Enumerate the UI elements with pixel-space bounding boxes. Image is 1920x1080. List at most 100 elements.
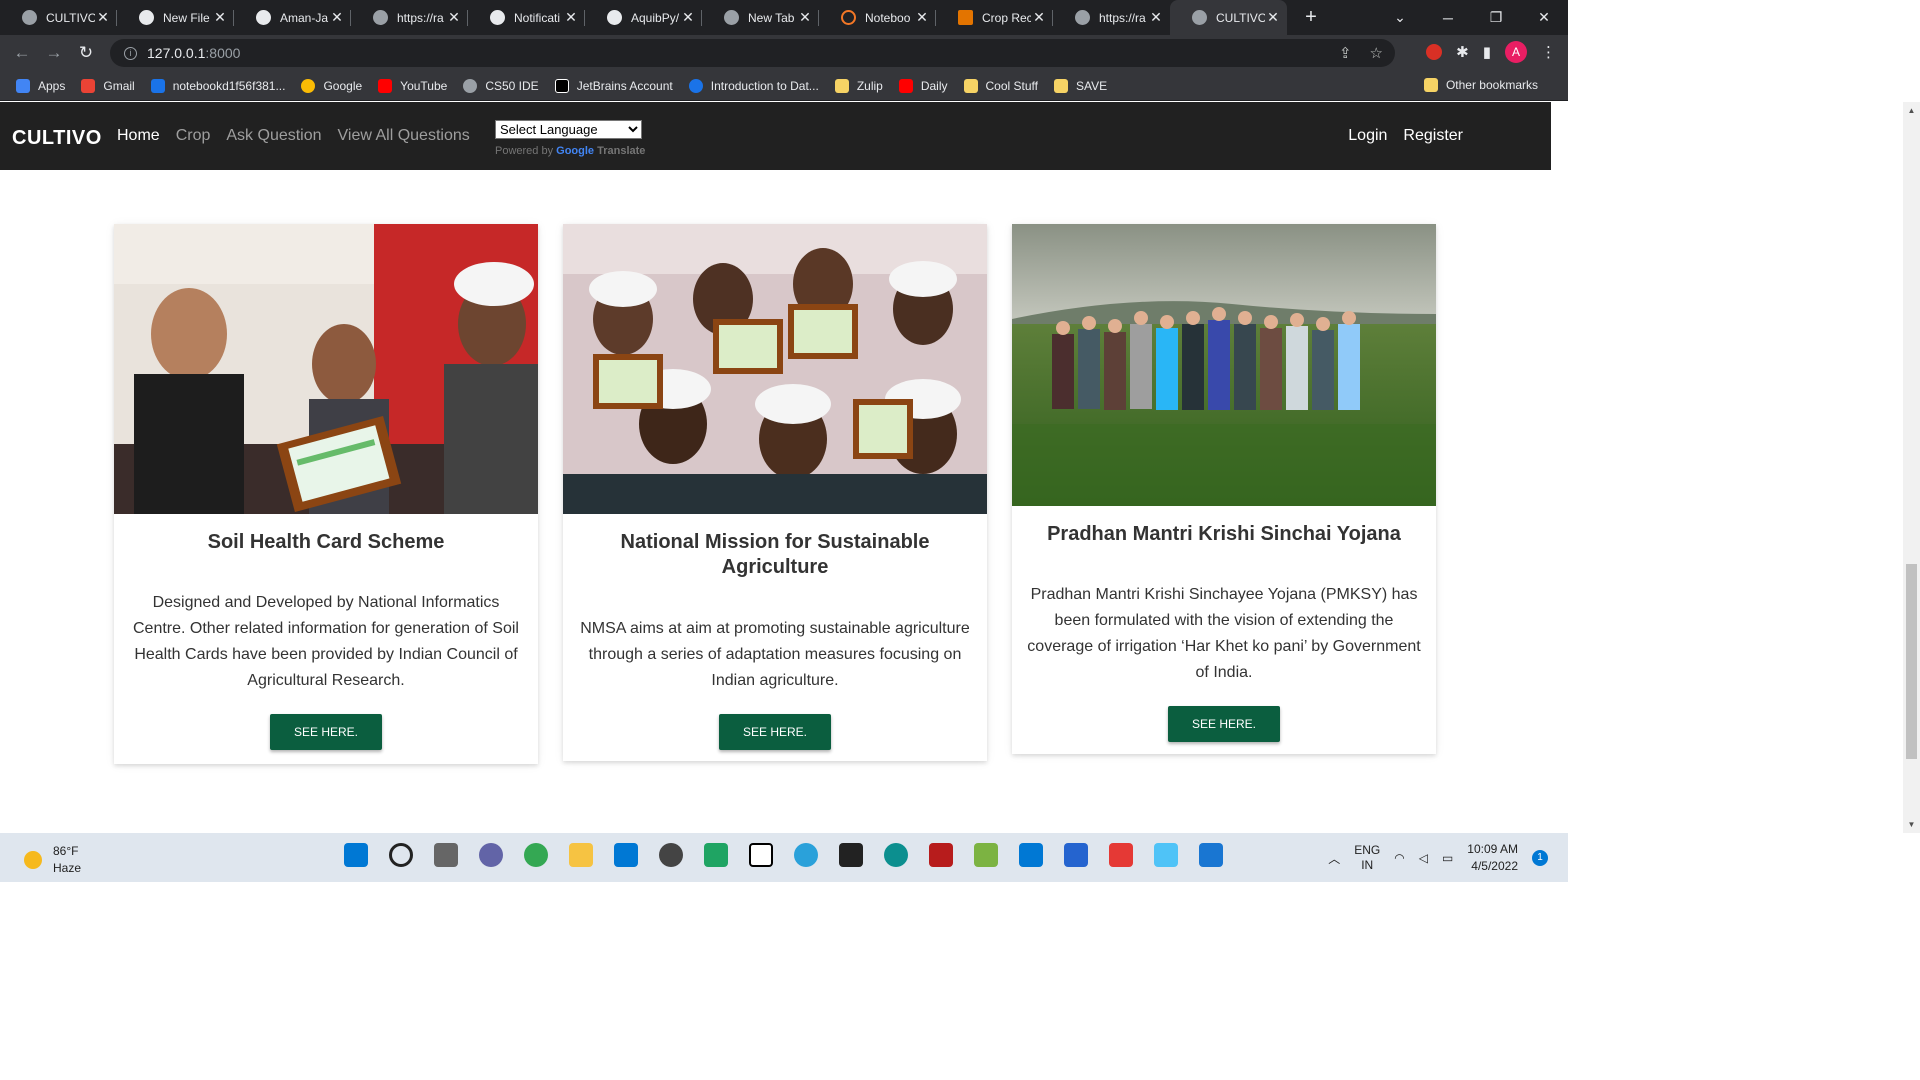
bookmark-cool-stuff[interactable]: Cool Stuff — [963, 78, 1038, 93]
windows-start-icon[interactable] — [344, 843, 368, 867]
chrome-icon[interactable] — [524, 843, 548, 867]
chevron-up-icon[interactable]: ︿ — [1328, 850, 1340, 867]
bookmark-google[interactable]: Google — [301, 78, 362, 93]
clock[interactable]: 10:09 AM 4/5/2022 — [1467, 841, 1518, 875]
bookmark-daily[interactable]: Daily — [898, 78, 948, 93]
file-explorer-icon[interactable] — [569, 843, 593, 867]
close-icon[interactable]: ✕ — [914, 9, 930, 26]
bookmark-youtube[interactable]: YouTube — [378, 78, 447, 93]
close-icon[interactable]: ✕ — [1265, 9, 1281, 26]
bookmark-save[interactable]: SAVE — [1053, 78, 1107, 93]
close-icon[interactable]: ✕ — [1148, 9, 1164, 26]
bookmark-gmail[interactable]: Gmail — [81, 78, 135, 93]
wps-office-icon[interactable] — [1109, 843, 1133, 867]
close-icon[interactable]: ✕ — [212, 9, 228, 26]
profile-avatar[interactable]: A — [1505, 41, 1527, 63]
close-icon[interactable]: ✕ — [95, 9, 111, 26]
bookmark-intro-data[interactable]: Introduction to Dat... — [688, 78, 819, 93]
browser-tab[interactable]: Notificati ✕ — [468, 0, 585, 35]
bookmark-cs50[interactable]: CS50 IDE — [463, 78, 539, 93]
page-scrollbar[interactable]: ▲ ▼ — [1903, 102, 1920, 833]
app-icon[interactable] — [839, 843, 863, 867]
scroll-down-icon[interactable]: ▼ — [1903, 820, 1920, 829]
close-icon[interactable]: ✕ — [680, 9, 696, 26]
search-icon[interactable] — [389, 843, 413, 867]
browser-tab[interactable]: https://ra ✕ — [1053, 0, 1170, 35]
back-button[interactable]: ← — [6, 43, 38, 63]
address-bar[interactable]: i 127.0.0.1:8000 ⇪ ☆ — [110, 39, 1395, 67]
see-here-button[interactable]: SEE HERE. — [1167, 706, 1281, 742]
gmail-icon — [81, 78, 96, 93]
close-icon[interactable]: ✕ — [446, 9, 462, 26]
bookmark-apps[interactable]: Apps — [16, 78, 65, 93]
other-bookmarks[interactable]: Other bookmarks — [1423, 78, 1538, 92]
minimize-button[interactable]: ─ — [1424, 10, 1472, 26]
bookmark-notebook[interactable]: notebookd1f56f381... — [150, 78, 285, 93]
nav-view-all-questions[interactable]: View All Questions — [338, 127, 470, 145]
nav-ask-question[interactable]: Ask Question — [226, 127, 321, 145]
edge-icon[interactable] — [884, 843, 908, 867]
notepad-icon[interactable] — [1154, 843, 1178, 867]
volume-icon[interactable]: ◁ — [1419, 851, 1428, 865]
battery-icon[interactable]: ▭ — [1442, 851, 1453, 865]
weather-widget[interactable]: 86°F Haze — [24, 843, 81, 877]
side-panel-icon[interactable]: ▮ — [1483, 43, 1491, 61]
app-icon[interactable] — [929, 843, 953, 867]
vscode-icon[interactable] — [1019, 843, 1043, 867]
close-window-button[interactable]: ✕ — [1520, 9, 1568, 26]
tab-search-icon[interactable]: ⌄ — [1376, 9, 1424, 26]
browser-tab[interactable]: AquibPy/✕ — [585, 0, 702, 35]
photos-icon[interactable] — [1199, 843, 1223, 867]
nav-crop[interactable]: Crop — [176, 127, 211, 145]
github-desktop-icon[interactable] — [659, 843, 683, 867]
menu-icon[interactable]: ⋮ — [1541, 43, 1556, 61]
browser-tab[interactable]: CULTIVO ✕ — [0, 0, 117, 35]
task-view-icon[interactable] — [434, 843, 458, 867]
restore-button[interactable]: ❐ — [1472, 9, 1520, 26]
close-icon[interactable]: ✕ — [563, 9, 579, 26]
bookmark-zulip[interactable]: Zulip — [834, 78, 883, 93]
brand-logo[interactable]: CULTIVO — [12, 127, 102, 150]
wifi-icon[interactable]: ◠ — [1394, 851, 1404, 865]
bookmark-star-icon[interactable]: ☆ — [1370, 44, 1383, 62]
scrollbar-thumb[interactable] — [1906, 564, 1917, 759]
see-here-button[interactable]: SEE HERE. — [269, 714, 383, 750]
translate-link[interactable]: Translate — [597, 145, 645, 157]
input-language[interactable]: ENG IN — [1354, 843, 1380, 873]
browser-tab[interactable]: Aman-Ja ✕ — [234, 0, 351, 35]
todo-icon[interactable] — [1064, 843, 1088, 867]
browser-tab[interactable]: Noteboo ✕ — [819, 0, 936, 35]
card-description: Designed and Developed by National Infor… — [133, 594, 519, 689]
git-icon[interactable] — [974, 843, 998, 867]
login-link[interactable]: Login — [1348, 127, 1387, 145]
browser-tab[interactable]: https://ra ✕ — [351, 0, 468, 35]
bookmark-jetbrains[interactable]: JetBrains Account — [554, 78, 673, 93]
language-select[interactable]: Select Language — [495, 120, 642, 139]
card-title: National Mission for Sustainable Agricul… — [620, 531, 930, 578]
nav-home[interactable]: Home — [117, 127, 160, 145]
register-link[interactable]: Register — [1403, 127, 1463, 145]
telegram-icon[interactable] — [794, 843, 818, 867]
site-info-icon[interactable]: i — [124, 46, 137, 60]
browser-tab[interactable]: New File ✕ — [117, 0, 234, 35]
reload-button[interactable]: ↻ — [70, 43, 102, 63]
extensions-puzzle-icon[interactable]: ✱ — [1456, 43, 1469, 61]
scroll-up-icon[interactable]: ▲ — [1903, 106, 1920, 115]
close-icon[interactable]: ✕ — [329, 9, 345, 26]
mail-icon[interactable] — [614, 843, 638, 867]
share-icon[interactable]: ⇪ — [1339, 44, 1352, 62]
notification-badge[interactable]: 1 — [1532, 850, 1548, 866]
google-logo[interactable]: Google — [556, 145, 594, 157]
close-icon[interactable]: ✕ — [1031, 9, 1047, 26]
browser-tab[interactable]: Crop Rec ✕ — [936, 0, 1053, 35]
extension-icon[interactable] — [1426, 44, 1443, 60]
see-here-button[interactable]: SEE HERE. — [718, 714, 832, 750]
notion-icon[interactable] — [749, 843, 773, 867]
close-icon[interactable]: ✕ — [797, 9, 813, 26]
browser-tab-active[interactable]: CULTIVO ✕ — [1170, 0, 1287, 35]
teams-chat-icon[interactable] — [479, 843, 503, 867]
forward-button[interactable]: → — [38, 43, 70, 63]
new-tab-button[interactable]: + — [1299, 6, 1323, 29]
browser-tab[interactable]: New Tab ✕ — [702, 0, 819, 35]
google-drive-icon[interactable] — [704, 843, 728, 867]
